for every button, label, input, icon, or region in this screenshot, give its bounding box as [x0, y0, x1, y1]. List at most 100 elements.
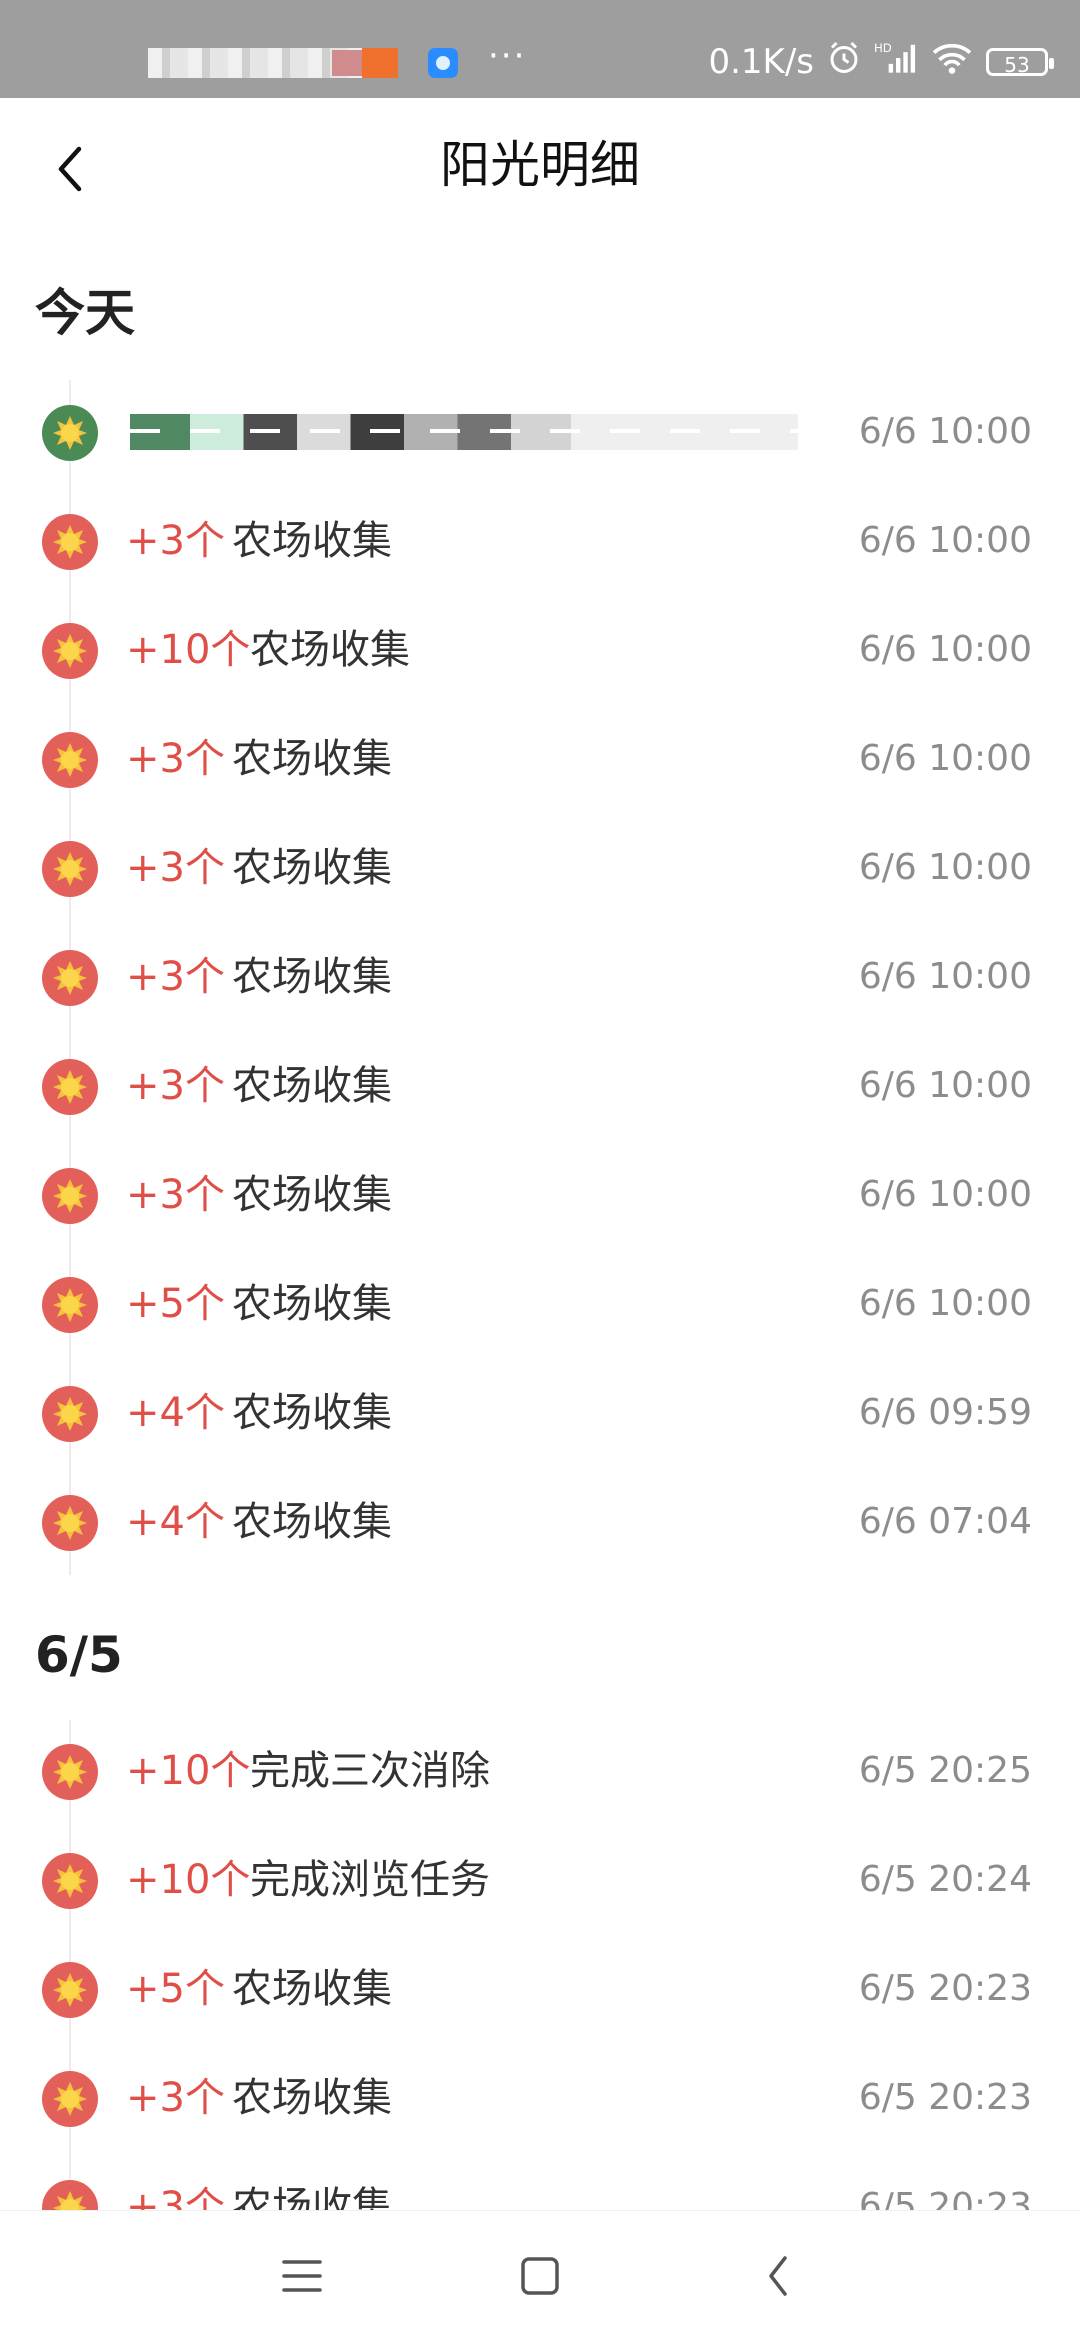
net-speed: 0.1K/s — [708, 42, 814, 82]
sun-icon — [53, 1179, 87, 1213]
item-description: 农场收集 — [232, 1966, 392, 2012]
sun-icon — [53, 1506, 87, 1540]
item-amount: +4个 — [126, 1499, 225, 1545]
item-description: 农场收集 — [232, 2075, 392, 2121]
menu-button[interactable] — [262, 2241, 342, 2311]
item-amount: +3个 — [126, 1063, 225, 1109]
system-nav-bar — [0, 2210, 1080, 2341]
item-amount: +3个 — [126, 736, 225, 782]
section-title-6-5: 6/5 — [35, 1626, 123, 1684]
sun-icon — [53, 2082, 87, 2116]
list-item: +3个 农场收集 6/6 10:00 — [0, 814, 1080, 923]
battery-icon: 53 — [986, 48, 1054, 77]
item-amount: +4个 — [126, 1390, 225, 1436]
item-amount: +3个 — [126, 954, 225, 1000]
item-time: 6/6 10:00 — [858, 1283, 1032, 1324]
list-item: +5个 农场收集 6/5 20:23 — [0, 1935, 1080, 2044]
sun-icon — [53, 743, 87, 777]
item-amount: +10个 — [126, 1857, 251, 1903]
sun-icon — [53, 1864, 87, 1898]
sun-icon — [53, 1755, 87, 1789]
item-description: 农场收集 — [232, 1172, 392, 1218]
hd-signal-icon: HD — [874, 40, 918, 85]
sun-icon — [53, 961, 87, 995]
sun-badge — [42, 1495, 98, 1551]
item-description: 农场收集 — [232, 1499, 392, 1545]
item-description: 农场收集 — [232, 1281, 392, 1327]
item-time: 6/6 07:04 — [858, 1501, 1032, 1542]
item-amount: +3个 — [126, 2075, 225, 2121]
sun-badge — [42, 732, 98, 788]
sun-badge — [42, 514, 98, 570]
sun-icon — [53, 1070, 87, 1104]
sun-badge — [42, 1277, 98, 1333]
item-amount: +5个 — [126, 1281, 225, 1327]
item-time: 6/5 20:25 — [858, 1750, 1032, 1791]
sun-icon — [53, 852, 87, 886]
list-item: +10个 完成三次消除 6/5 20:25 — [0, 1717, 1080, 1826]
item-description: 完成三次消除 — [250, 1748, 490, 1794]
item-time: 6/6 10:00 — [858, 411, 1032, 452]
sun-badge — [42, 1962, 98, 2018]
item-time: 6/6 10:00 — [858, 956, 1032, 997]
sun-icon — [53, 416, 87, 450]
nav-back-button[interactable] — [738, 2241, 818, 2311]
item-description: 农场收集 — [232, 845, 392, 891]
item-amount: +5个 — [126, 1966, 225, 2012]
item-description: 农场收集 — [232, 1063, 392, 1109]
list-item: +3个 农场收集 6/6 10:00 — [0, 1141, 1080, 1250]
section-title-today: 今天 — [35, 284, 135, 342]
item-time: 6/5 20:23 — [858, 2077, 1032, 2118]
list-item: +5个 农场收集 6/6 10:00 — [0, 1250, 1080, 1359]
sun-badge — [42, 1744, 98, 1800]
sun-badge — [42, 1853, 98, 1909]
list-item: +4个 农场收集 6/6 07:04 — [0, 1468, 1080, 1577]
item-description: 农场收集 — [232, 736, 392, 782]
list-item: +3个 农场收集 6/6 10:00 — [0, 705, 1080, 814]
item-time: 6/5 20:24 — [858, 1859, 1032, 1900]
item-time: 6/6 10:00 — [858, 738, 1032, 779]
sun-icon — [53, 1973, 87, 2007]
home-icon — [521, 2257, 559, 2295]
status-bar: ··· 0.1K/s HD 53 — [0, 0, 1080, 98]
sun-icon — [53, 634, 87, 668]
item-amount: +3个 — [126, 845, 225, 891]
sun-badge — [42, 623, 98, 679]
sun-badge — [42, 1059, 98, 1115]
item-description: 农场收集 — [232, 954, 392, 1000]
item-amount: +3个 — [126, 518, 225, 564]
more-notifications-icon: ··· — [488, 36, 527, 76]
list-item: 6/6 10:00 — [0, 378, 1080, 487]
list-item: +10个 完成浏览任务 6/5 20:24 — [0, 1826, 1080, 1935]
menu-icon — [282, 2260, 322, 2292]
list-item: +3个 农场收集 6/5 20:23 — [0, 2044, 1080, 2153]
item-time: 6/6 10:00 — [858, 847, 1032, 888]
page-header: 阳光明细 — [0, 98, 1080, 238]
sun-badge — [42, 1386, 98, 1442]
redacted-notification-icons — [148, 48, 398, 78]
list-item: +4个 农场收集 6/6 09:59 — [0, 1359, 1080, 1468]
list-item: +3个 农场收集 6/6 10:00 — [0, 1032, 1080, 1141]
item-amount: +10个 — [126, 1748, 251, 1794]
item-time: 6/6 10:00 — [858, 1174, 1032, 1215]
sun-badge — [42, 2071, 98, 2127]
redacted-text — [130, 414, 798, 450]
item-description: 完成浏览任务 — [250, 1857, 490, 1903]
sun-icon — [53, 525, 87, 559]
alarm-icon — [826, 40, 862, 85]
status-indicators: 0.1K/s HD 53 — [708, 40, 1054, 85]
item-time: 6/6 10:00 — [858, 1065, 1032, 1106]
app-notification-icon — [428, 48, 458, 78]
home-button[interactable] — [500, 2241, 580, 2311]
sun-badge — [42, 1168, 98, 1224]
item-description: 农场收集 — [232, 1390, 392, 1436]
sun-badge — [42, 950, 98, 1006]
item-time: 6/6 09:59 — [858, 1392, 1032, 1433]
back-icon — [769, 2256, 787, 2296]
sun-badge — [42, 405, 98, 461]
page-title: 阳光明细 — [440, 136, 640, 194]
sun-icon — [53, 1288, 87, 1322]
sun-icon — [53, 1397, 87, 1431]
list-item: +3个 农场收集 6/6 10:00 — [0, 923, 1080, 1032]
item-amount: +10个 — [126, 627, 251, 673]
